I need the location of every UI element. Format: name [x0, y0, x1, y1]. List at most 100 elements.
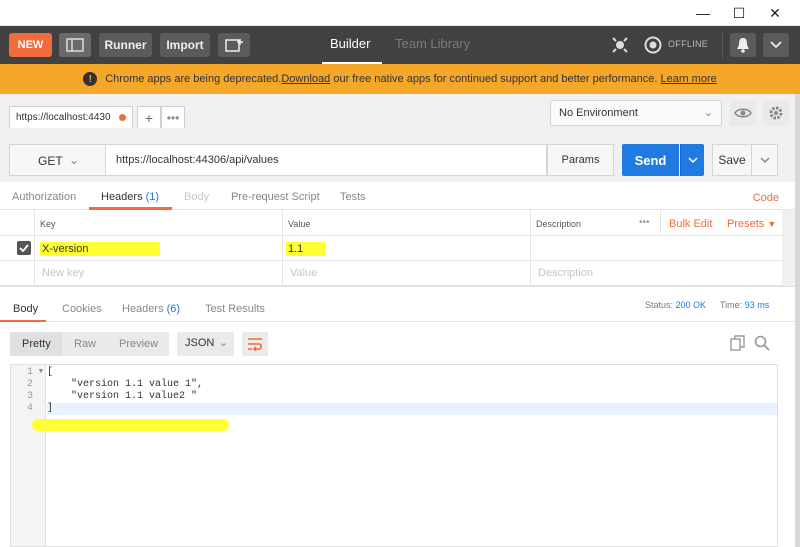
search-icon[interactable]: [754, 335, 770, 351]
format-select[interactable]: JSON ⌄: [177, 332, 234, 356]
generate-code-link[interactable]: Code: [753, 192, 779, 204]
line-number: 3: [26, 391, 33, 402]
satellite-icon: [612, 37, 628, 53]
response-tab-cookies[interactable]: Cookies: [62, 303, 102, 315]
headers-table: Key Value Description ••• Bulk Edit Pres…: [0, 210, 800, 286]
tab-tests[interactable]: Tests: [340, 191, 366, 203]
view-mode-group: Pretty Raw Preview: [10, 332, 169, 356]
checkmark-icon: [19, 244, 29, 252]
presets-dropdown[interactable]: Presets ▼: [727, 218, 776, 230]
response-tab-headers-count: (6): [166, 303, 181, 315]
response-tab-body[interactable]: Body: [13, 303, 38, 315]
code-line: "version 1.1 value2 ": [47, 391, 198, 402]
new-description-input[interactable]: Description: [538, 267, 593, 279]
line-number-gutter: 1 ▼ 2 3 4: [11, 365, 46, 546]
status-value: 200 OK: [675, 300, 707, 310]
environment-quick-look-button[interactable]: [730, 100, 756, 126]
params-button[interactable]: Params: [547, 144, 614, 176]
highlighter-mark: [32, 419, 229, 431]
bulk-edit-link[interactable]: Bulk Edit: [669, 218, 712, 230]
bell-icon: [737, 38, 749, 53]
new-tab-button[interactable]: +: [137, 106, 161, 128]
new-button[interactable]: NEW: [9, 33, 52, 57]
send-options-button[interactable]: [680, 144, 704, 176]
chevron-down-icon: [770, 41, 782, 49]
offline-status: OFFLINE: [668, 39, 709, 49]
response-tabs: Body Cookies Headers (6) Test Results St…: [0, 286, 800, 323]
method-select[interactable]: GET ⌄: [9, 144, 105, 176]
tab-pre-request-script[interactable]: Pre-request Script: [231, 191, 320, 203]
sync-status-button[interactable]: [641, 33, 665, 57]
tab-options-button[interactable]: •••: [161, 106, 185, 128]
import-button[interactable]: Import: [160, 33, 210, 57]
fold-toggle-icon[interactable]: ▼: [39, 368, 43, 376]
plus-icon: +: [144, 109, 154, 126]
wrap-icon: [248, 338, 263, 351]
time-value: 93 ms: [744, 300, 770, 310]
code-line: [: [47, 367, 54, 378]
maximize-button[interactable]: ☐: [722, 0, 756, 26]
tab-authorization[interactable]: Authorization: [12, 191, 76, 203]
header-enabled-checkbox[interactable]: [17, 241, 31, 255]
runner-button[interactable]: Runner: [99, 33, 152, 57]
minimize-icon: —: [696, 5, 710, 21]
request-tab-label: https://localhost:4430: [16, 112, 111, 123]
url-input[interactable]: https://localhost:44306/api/values: [105, 144, 547, 176]
close-icon: ✕: [769, 4, 781, 21]
table-row: X-version 1.1: [0, 236, 782, 261]
tab-headers[interactable]: Headers (1): [101, 191, 159, 203]
raw-button[interactable]: Raw: [74, 338, 96, 350]
notifications-button[interactable]: [730, 33, 756, 57]
save-options-button[interactable]: [752, 144, 778, 176]
preview-button[interactable]: Preview: [119, 338, 158, 350]
window-titlebar: — ☐ ✕: [0, 0, 800, 26]
learn-more-link[interactable]: Learn more: [660, 73, 716, 85]
request-tab[interactable]: https://localhost:4430: [9, 106, 133, 128]
response-body-editor[interactable]: 1 ▼ 2 3 4 [ "version 1.1 value 1", "vers…: [10, 364, 778, 547]
new-window-icon: [225, 39, 243, 52]
minimize-button[interactable]: —: [686, 0, 720, 26]
code-line: "version 1.1 value 1",: [47, 379, 204, 390]
download-link[interactable]: Download: [281, 73, 330, 85]
environment-selected: No Environment: [559, 107, 638, 119]
chevron-down-icon: [687, 157, 698, 163]
copy-icon[interactable]: [730, 335, 746, 351]
settings-dropdown-button[interactable]: [763, 33, 789, 57]
window-right-edge: [795, 94, 800, 547]
code-line-active: ]: [47, 403, 777, 415]
response-time: Time: 93 ms: [720, 300, 769, 310]
col-value: Value: [288, 219, 311, 229]
presets-label: Presets: [727, 218, 765, 230]
tab-builder[interactable]: Builder: [330, 36, 370, 51]
toggle-sidebar-button[interactable]: [59, 33, 91, 57]
tab-team-library[interactable]: Team Library: [395, 36, 470, 51]
interceptor-button[interactable]: [608, 33, 632, 57]
sync-icon: [644, 36, 662, 54]
tab-body[interactable]: Body: [184, 191, 209, 203]
send-button[interactable]: Send: [622, 144, 679, 176]
caret-down-icon: ▼: [767, 219, 777, 229]
line-number: 1: [26, 367, 33, 378]
new-value-input[interactable]: Value: [290, 267, 317, 279]
header-key-cell[interactable]: X-version: [40, 242, 161, 256]
format-value: JSON: [185, 337, 215, 349]
save-button[interactable]: Save: [712, 144, 752, 176]
response-tab-headers[interactable]: Headers (6): [122, 303, 180, 315]
environment-select[interactable]: No Environment ⌄: [550, 100, 722, 126]
wrap-lines-button[interactable]: [242, 332, 268, 356]
tab-headers-label: Headers: [101, 191, 143, 203]
sidebar-icon: [66, 38, 84, 52]
table-row-new: New key Value Description: [0, 261, 782, 286]
header-value-cell[interactable]: 1.1: [286, 242, 326, 256]
new-key-input[interactable]: New key: [42, 267, 84, 279]
pretty-button[interactable]: Pretty: [22, 338, 51, 350]
line-number: 4: [26, 403, 33, 414]
new-window-button[interactable]: [218, 33, 250, 57]
more-icon: •••: [166, 110, 180, 125]
table-options-button[interactable]: •••: [639, 217, 650, 228]
close-window-button[interactable]: ✕: [758, 0, 792, 26]
manage-environments-button[interactable]: [763, 100, 789, 126]
response-tab-test-results[interactable]: Test Results: [205, 303, 265, 315]
warning-icon: !: [83, 72, 98, 86]
method-value: GET: [38, 154, 63, 168]
